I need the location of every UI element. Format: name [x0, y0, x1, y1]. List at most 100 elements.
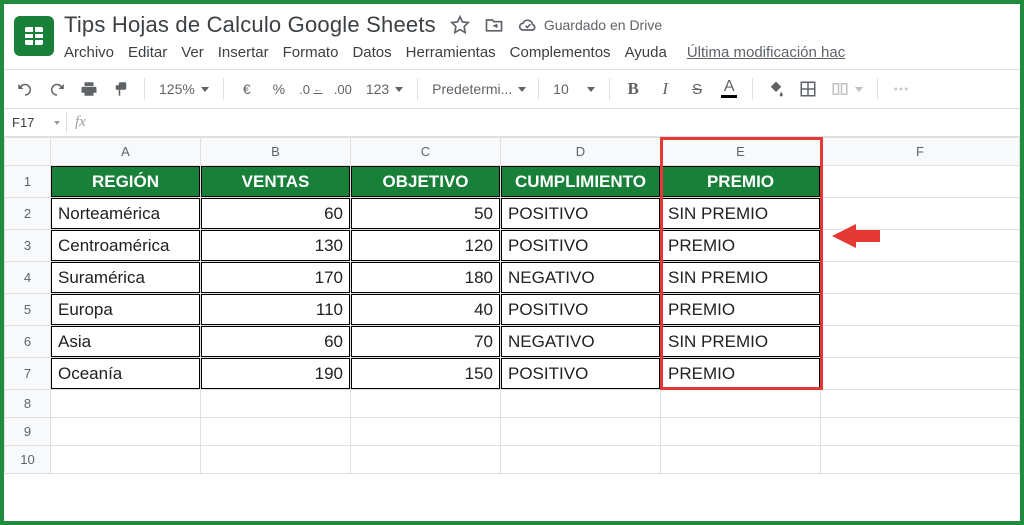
bold-button[interactable]: B: [620, 76, 646, 102]
cell[interactable]: 40: [351, 294, 501, 326]
cell[interactable]: [351, 418, 501, 446]
star-icon[interactable]: [450, 15, 470, 35]
sheets-logo[interactable]: [14, 16, 54, 56]
cell[interactable]: PREMIO: [661, 166, 821, 198]
more-tools-button[interactable]: [888, 76, 914, 102]
cell[interactable]: [661, 390, 821, 418]
cell[interactable]: [821, 358, 1020, 390]
menu-format[interactable]: Formato: [283, 44, 339, 61]
move-icon[interactable]: [484, 15, 504, 35]
cell[interactable]: [821, 262, 1020, 294]
cell[interactable]: 50: [351, 198, 501, 230]
cell[interactable]: [501, 390, 661, 418]
cell[interactable]: [51, 390, 201, 418]
row-header[interactable]: 4: [5, 262, 51, 294]
row-header[interactable]: 5: [5, 294, 51, 326]
cell[interactable]: VENTAS: [201, 166, 351, 198]
spreadsheet-grid[interactable]: A B C D E F 1 REGIÓN VENTAS OBJETIVO CUM…: [4, 137, 1020, 474]
menu-file[interactable]: Archivo: [64, 44, 114, 61]
cell[interactable]: 150: [351, 358, 501, 390]
col-header-C[interactable]: C: [351, 138, 501, 166]
cell[interactable]: 110: [201, 294, 351, 326]
row-header[interactable]: 2: [5, 198, 51, 230]
row-header[interactable]: 6: [5, 326, 51, 358]
cell[interactable]: CUMPLIMIENTO: [501, 166, 661, 198]
cell[interactable]: SIN PREMIO: [661, 326, 821, 358]
cell[interactable]: [51, 418, 201, 446]
row-header[interactable]: 7: [5, 358, 51, 390]
col-header-B[interactable]: B: [201, 138, 351, 166]
row-header[interactable]: 10: [5, 446, 51, 474]
cell[interactable]: PREMIO: [661, 358, 821, 390]
col-header-A[interactable]: A: [51, 138, 201, 166]
redo-button[interactable]: [44, 76, 70, 102]
merge-cells-button[interactable]: [827, 80, 867, 98]
borders-button[interactable]: [795, 76, 821, 102]
cell[interactable]: PREMIO: [661, 294, 821, 326]
paint-format-button[interactable]: [108, 76, 134, 102]
cell[interactable]: [501, 418, 661, 446]
cell[interactable]: [661, 446, 821, 474]
percent-button[interactable]: %: [266, 76, 292, 102]
number-format-select[interactable]: 123: [362, 81, 407, 97]
menu-edit[interactable]: Editar: [128, 44, 167, 61]
cell[interactable]: NEGATIVO: [501, 326, 661, 358]
menu-insert[interactable]: Insertar: [218, 44, 269, 61]
cell[interactable]: SIN PREMIO: [661, 198, 821, 230]
cell[interactable]: 60: [201, 198, 351, 230]
italic-button[interactable]: I: [652, 76, 678, 102]
increase-decimal-button[interactable]: .00: [330, 76, 356, 102]
cell[interactable]: [201, 418, 351, 446]
font-size-select[interactable]: 10: [549, 81, 599, 97]
cell[interactable]: 60: [201, 326, 351, 358]
cell[interactable]: 170: [201, 262, 351, 294]
cell[interactable]: PREMIO: [661, 230, 821, 262]
cell[interactable]: 120: [351, 230, 501, 262]
cell[interactable]: [201, 390, 351, 418]
cell[interactable]: [351, 390, 501, 418]
cell[interactable]: Suramérica: [51, 262, 201, 294]
cell[interactable]: POSITIVO: [501, 230, 661, 262]
cell[interactable]: [821, 326, 1020, 358]
select-all-corner[interactable]: [5, 138, 51, 166]
row-header[interactable]: 3: [5, 230, 51, 262]
cell[interactable]: Norteamérica: [51, 198, 201, 230]
doc-title[interactable]: Tips Hojas de Calculo Google Sheets: [64, 12, 436, 38]
row-header[interactable]: 9: [5, 418, 51, 446]
col-header-D[interactable]: D: [501, 138, 661, 166]
cell[interactable]: POSITIVO: [501, 294, 661, 326]
text-color-button[interactable]: A: [716, 76, 742, 102]
cell[interactable]: [51, 446, 201, 474]
cell[interactable]: [821, 294, 1020, 326]
cell[interactable]: 130: [201, 230, 351, 262]
cell[interactable]: 70: [351, 326, 501, 358]
last-modified-link[interactable]: Última modificación hac: [687, 44, 845, 61]
cell[interactable]: [821, 390, 1020, 418]
cell[interactable]: REGIÓN: [51, 166, 201, 198]
col-header-F[interactable]: F: [821, 138, 1020, 166]
name-box[interactable]: F17: [4, 115, 64, 130]
print-button[interactable]: [76, 76, 102, 102]
cell[interactable]: [351, 446, 501, 474]
cell[interactable]: [821, 446, 1020, 474]
cell[interactable]: Centroamérica: [51, 230, 201, 262]
font-select[interactable]: Predetermi...: [428, 81, 528, 97]
cell[interactable]: 190: [201, 358, 351, 390]
cell[interactable]: [821, 418, 1020, 446]
cell[interactable]: Oceanía: [51, 358, 201, 390]
cell[interactable]: POSITIVO: [501, 358, 661, 390]
cell[interactable]: Asia: [51, 326, 201, 358]
cell[interactable]: POSITIVO: [501, 198, 661, 230]
formula-bar[interactable]: [92, 109, 1020, 136]
menu-view[interactable]: Ver: [181, 44, 204, 61]
menu-tools[interactable]: Herramientas: [406, 44, 496, 61]
strikethrough-button[interactable]: S: [684, 76, 710, 102]
cell[interactable]: Europa: [51, 294, 201, 326]
cell[interactable]: SIN PREMIO: [661, 262, 821, 294]
undo-button[interactable]: [12, 76, 38, 102]
row-header[interactable]: 8: [5, 390, 51, 418]
menu-data[interactable]: Datos: [352, 44, 391, 61]
cell[interactable]: [201, 446, 351, 474]
currency-button[interactable]: €: [234, 76, 260, 102]
cell[interactable]: [501, 446, 661, 474]
